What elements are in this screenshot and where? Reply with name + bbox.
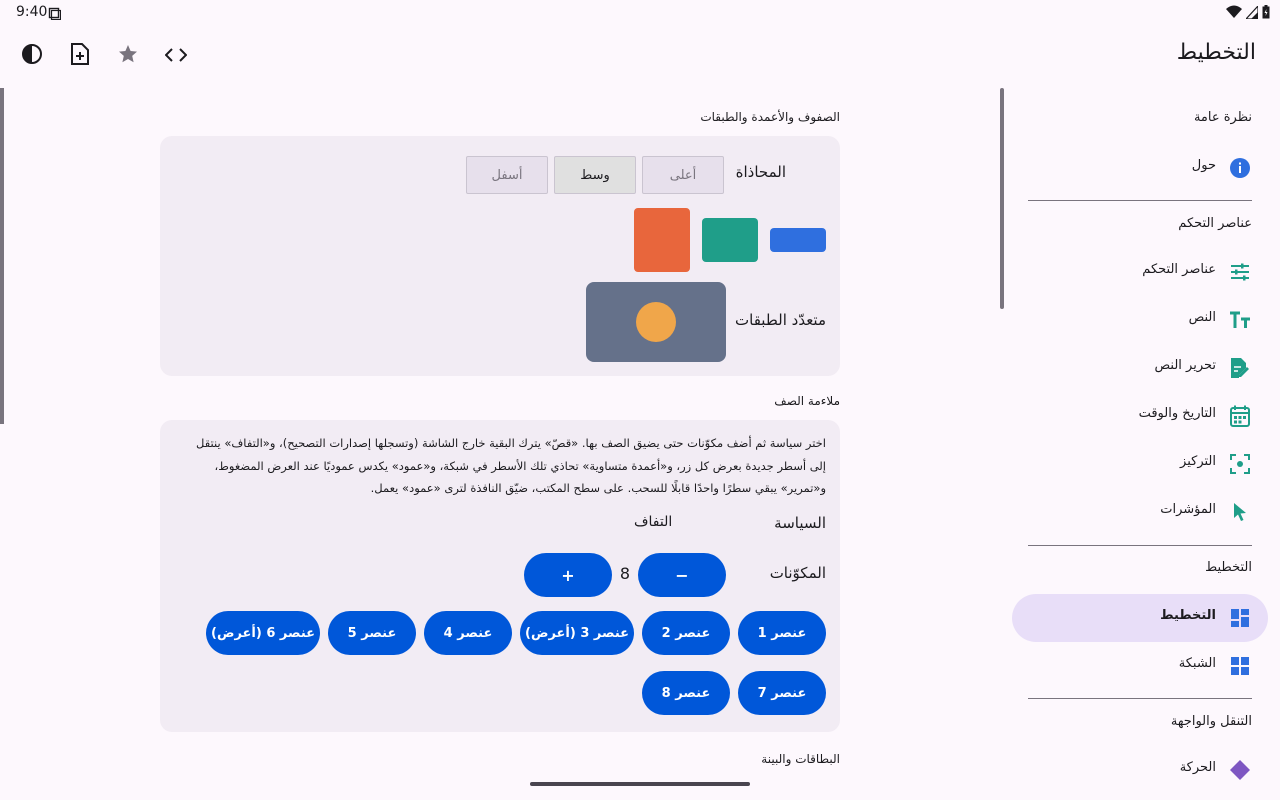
signal-icon <box>1244 4 1259 23</box>
note-add-icon <box>71 43 89 69</box>
app-bar: التخطيط <box>0 24 1280 88</box>
favorite-button[interactable] <box>104 32 152 80</box>
edit-document-icon <box>1228 356 1252 380</box>
contrast-icon <box>21 43 43 69</box>
alignment-bottom-option[interactable]: أسفل <box>466 156 548 194</box>
sliders-icon <box>1228 260 1252 284</box>
nav-item-controls[interactable]: عناصر التحكم <box>1012 248 1268 296</box>
item-button-1[interactable]: عنصر 1 <box>738 611 826 655</box>
status-bar: 9:40 <box>0 0 1280 24</box>
item-button-8[interactable]: عنصر 8 <box>642 671 730 715</box>
text-icon <box>1228 308 1252 332</box>
item-button-2[interactable]: عنصر 2 <box>642 611 730 655</box>
nav-item-label: التركيز <box>1180 454 1216 469</box>
calendar-icon <box>1228 404 1252 428</box>
nav-item-label: التخطيط <box>1160 608 1216 623</box>
nav-item-motion[interactable]: الحركة <box>1012 746 1268 794</box>
page-title: التخطيط <box>1176 40 1256 65</box>
decrement-button[interactable]: − <box>638 553 726 597</box>
nav-item-label: الشبكة <box>1178 656 1216 671</box>
alignment-top-option[interactable]: أعلى <box>642 156 724 194</box>
nav-item-label: الحركة <box>1179 760 1216 775</box>
view-code-button[interactable] <box>152 32 200 80</box>
nav-item-focus[interactable]: التركيز <box>1012 440 1268 488</box>
nav-item-edit-text[interactable]: تحرير النص <box>1012 344 1268 392</box>
star-icon <box>118 44 138 68</box>
info-icon <box>1228 156 1252 180</box>
main-content: الصفوف والأعمدة والطبقات المحاذاة أعلى و… <box>160 88 840 800</box>
nav-divider <box>1028 200 1252 201</box>
nav-item-pointers[interactable]: المؤشرات <box>1012 488 1268 536</box>
nav-item-label: تحرير النص <box>1154 358 1216 373</box>
nav-item-date-time[interactable]: التاريخ والوقت <box>1012 392 1268 440</box>
code-icon <box>164 47 188 66</box>
components-label: المكوّنات <box>769 564 826 582</box>
grid-icon <box>1228 654 1252 678</box>
item-button-5[interactable]: عنصر 5 <box>328 611 416 655</box>
item-button-6[interactable]: عنصر 6 (أعرض) <box>206 611 320 655</box>
row-box-teal <box>702 218 758 262</box>
fit-card: اختر سياسة ثم أضف مكوّنات حتى يضيق الصف … <box>160 420 840 732</box>
focus-icon <box>1228 452 1252 476</box>
increment-button[interactable]: + <box>524 553 612 597</box>
cards-section-heading: البطاقات والبينة <box>761 752 840 766</box>
nav-item-layout[interactable]: التخطيط <box>1012 594 1268 642</box>
screenshot-notification-icon <box>48 5 62 24</box>
layers-label: متعدّد الطبقات <box>735 311 826 329</box>
nav-section-navigation: التنقل والواجهة <box>1170 714 1252 729</box>
gesture-handle[interactable] <box>530 782 750 786</box>
fit-section-heading: ملاءمة الصف <box>774 394 840 408</box>
nav-item-label: التاريخ والوقت <box>1138 406 1216 421</box>
alignment-center-option[interactable]: وسط <box>554 156 636 194</box>
new-document-button[interactable] <box>56 32 104 80</box>
row-box-orange <box>634 208 690 272</box>
nav-item-about[interactable]: حول <box>1012 144 1268 192</box>
wifi-icon <box>1226 4 1242 23</box>
rows-section-heading: الصفوف والأعمدة والطبقات <box>700 110 840 124</box>
policy-label: السياسة <box>774 514 826 532</box>
nav-divider <box>1028 698 1252 699</box>
navigation-drawer: نظرة عامة حول عناصر التحكم عناصر التحكم … <box>1000 88 1280 800</box>
dashboard-icon <box>1228 606 1252 630</box>
content-scrollbar[interactable] <box>0 88 4 424</box>
nav-section-controls: عناصر التحكم <box>1178 216 1252 231</box>
nav-item-label: النص <box>1188 310 1216 325</box>
component-count: 8 <box>619 564 631 583</box>
nav-item-label: حول <box>1191 158 1216 173</box>
alignment-label: المحاذاة <box>735 163 786 181</box>
pointer-icon <box>1228 500 1252 524</box>
item-button-3[interactable]: عنصر 3 (أعرض) <box>520 611 634 655</box>
item-button-4[interactable]: عنصر 4 <box>424 611 512 655</box>
nav-section-layout: التخطيط <box>1205 560 1252 575</box>
fit-description: اختر سياسة ثم أضف مكوّنات حتى يضيق الصف … <box>196 436 826 495</box>
status-time: 9:40 <box>16 4 48 20</box>
nav-section-overview: نظرة عامة <box>1193 110 1252 125</box>
rows-card: المحاذاة أعلى وسط أسفل متعدّد الطبقات <box>160 136 840 376</box>
policy-dropdown[interactable]: التفاف <box>634 514 672 530</box>
theme-toggle-button[interactable] <box>8 32 56 80</box>
nav-item-label: المؤشرات <box>1160 502 1216 517</box>
stack-base-box <box>586 282 726 362</box>
item-button-7[interactable]: عنصر 7 <box>738 671 826 715</box>
nav-item-label: عناصر التحكم <box>1142 262 1216 277</box>
nav-item-grid[interactable]: الشبكة <box>1012 642 1268 690</box>
row-box-blue <box>770 228 826 252</box>
battery-icon <box>1262 4 1270 23</box>
nav-item-text[interactable]: النص <box>1012 296 1268 344</box>
diamond-icon <box>1228 758 1252 782</box>
stack-circle <box>636 302 676 342</box>
nav-divider <box>1028 545 1252 546</box>
